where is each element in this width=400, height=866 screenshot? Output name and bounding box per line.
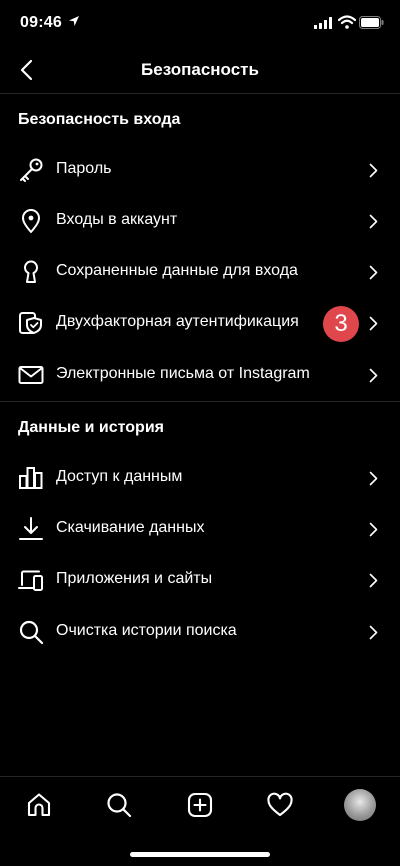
- wifi-icon: [338, 15, 356, 29]
- chevron-right-icon: [369, 265, 378, 280]
- row-access-data[interactable]: Доступ к данным: [0, 453, 400, 504]
- profile-avatar[interactable]: [344, 789, 376, 821]
- nav-bar: Безопасность: [0, 46, 400, 94]
- section-header-login-security: Безопасность входа: [18, 111, 181, 128]
- chevron-right-icon: [369, 163, 378, 178]
- page-title: Безопасность: [141, 60, 259, 79]
- row-label: Входы в аккаунт: [56, 211, 178, 228]
- add-post-icon: [187, 792, 213, 818]
- battery-icon: [359, 16, 384, 29]
- chevron-right-icon: [369, 214, 378, 229]
- home-indicator: [130, 852, 270, 857]
- devices-icon: [18, 567, 44, 593]
- row-two-factor-auth[interactable]: Двухфакторная аутентификация 3: [0, 298, 400, 349]
- new-post-tab[interactable]: [186, 791, 214, 819]
- step-number-badge: 3: [323, 306, 359, 342]
- search-tab[interactable]: [105, 791, 133, 819]
- activity-heart-icon: [267, 792, 293, 817]
- search-icon: [107, 793, 132, 818]
- row-login-activity[interactable]: Входы в аккаунт: [0, 196, 400, 247]
- mail-icon: [18, 362, 44, 388]
- row-label: Приложения и сайты: [56, 570, 213, 587]
- chevron-right-icon: [369, 573, 378, 588]
- cellular-signal-icon: [314, 17, 332, 29]
- row-clear-search-history[interactable]: Очистка истории поиска: [0, 607, 400, 658]
- row-label: Скачивание данных: [56, 519, 205, 536]
- row-label: Двухфакторная аутентификация: [56, 313, 299, 330]
- activity-tab[interactable]: [266, 791, 294, 819]
- row-apps-and-websites[interactable]: Приложения и сайты: [0, 555, 400, 606]
- row-label: Пароль: [56, 160, 112, 177]
- section-header-data-history: Данные и история: [18, 419, 164, 436]
- status-bar: 09:46: [0, 0, 400, 46]
- chevron-right-icon: [369, 625, 378, 640]
- chevron-right-icon: [369, 522, 378, 537]
- row-emails-from-instagram[interactable]: Электронные письма от Instagram: [0, 350, 400, 401]
- row-label: Сохраненные данные для входа: [56, 262, 298, 279]
- bar-chart-icon: [18, 465, 44, 491]
- home-tab[interactable]: [25, 791, 53, 819]
- chevron-right-icon: [369, 471, 378, 486]
- row-download-data[interactable]: Скачивание данных: [0, 504, 400, 555]
- location-arrow-icon: [69, 16, 79, 26]
- keyhole-icon: [18, 259, 44, 285]
- section-divider: [0, 401, 400, 402]
- row-label: Очистка истории поиска: [56, 622, 237, 639]
- row-label: Электронные письма от Instagram: [56, 365, 310, 382]
- home-icon: [27, 793, 51, 817]
- key-icon: [18, 157, 44, 183]
- chevron-right-icon: [369, 316, 378, 331]
- download-icon: [18, 516, 44, 542]
- status-time: 09:46: [20, 14, 62, 31]
- search-icon: [18, 619, 44, 645]
- row-saved-login-info[interactable]: Сохраненные данные для входа: [0, 247, 400, 298]
- location-pin-icon: [18, 208, 44, 234]
- row-password[interactable]: Пароль: [0, 145, 400, 196]
- chevron-right-icon: [369, 368, 378, 383]
- shield-phone-icon: [18, 310, 44, 336]
- row-label: Доступ к данным: [56, 468, 183, 485]
